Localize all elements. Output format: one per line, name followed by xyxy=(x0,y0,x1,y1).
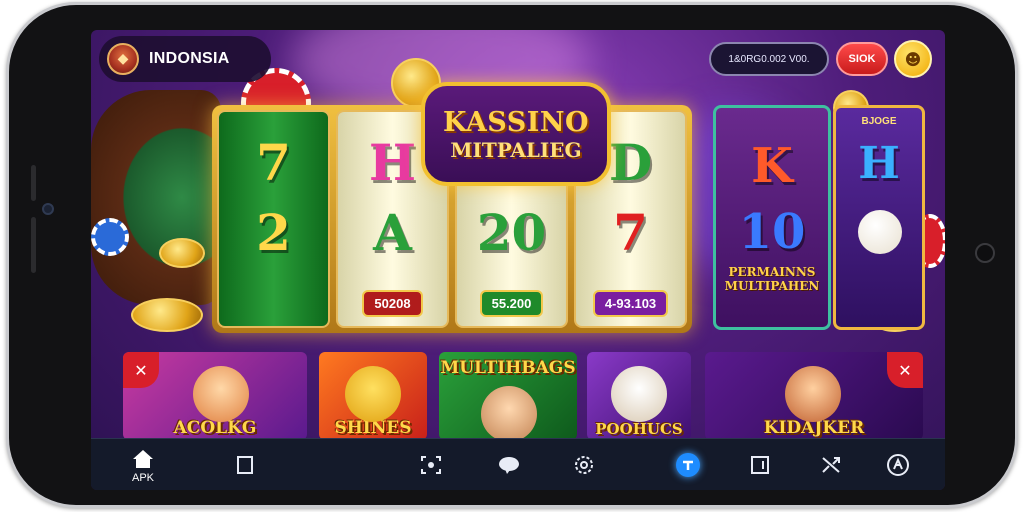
nav-bookmarks[interactable] xyxy=(223,439,267,490)
game-title: POOHUCS xyxy=(595,420,683,438)
character-art xyxy=(611,366,667,422)
poker-chip-decoration xyxy=(91,218,129,256)
home-sensor xyxy=(975,243,995,263)
nav-upload[interactable] xyxy=(666,439,710,490)
volume-up-button xyxy=(31,165,36,201)
wallet-icon xyxy=(748,453,772,477)
gold-coin-decoration xyxy=(159,238,205,268)
game-tile[interactable]: ✕ ACOLKG xyxy=(123,352,307,440)
close-icon[interactable]: ✕ xyxy=(887,352,923,388)
game-tile[interactable]: MULTIHBAGS xyxy=(439,352,577,440)
card-badge: BJOGE xyxy=(861,116,897,127)
nav-settings[interactable] xyxy=(562,439,606,490)
volume-down-button xyxy=(31,217,36,273)
slot-reel: 7 2 xyxy=(217,110,330,328)
reel-symbol: D xyxy=(608,133,653,192)
region-selector[interactable]: ◆ INDONSIA xyxy=(99,36,271,82)
nav-wallet[interactable] xyxy=(738,439,782,490)
character-art xyxy=(785,366,841,422)
reel-symbol: 20 xyxy=(476,203,547,262)
reel-symbol: H xyxy=(368,133,417,192)
reel-symbol: 7 xyxy=(613,203,648,262)
character-art xyxy=(345,366,401,422)
nav-scan[interactable] xyxy=(409,439,453,490)
dice-decoration xyxy=(858,210,902,254)
card-symbol: 10 xyxy=(738,204,806,260)
region-flag-icon: ◆ xyxy=(107,43,139,75)
card-label: PERMAINNS MULTIPAHEN xyxy=(724,265,820,293)
logo-subtitle: MITPALIEG xyxy=(450,137,582,162)
featured-game-card[interactable]: K 10 PERMAINNS MULTIPAHEN xyxy=(713,105,831,330)
profile-icon xyxy=(886,453,910,477)
home-icon xyxy=(131,447,155,471)
bookmark-icon xyxy=(233,453,257,477)
game-title: MULTIHBAGS xyxy=(440,358,576,378)
gold-coin-stack-decoration xyxy=(131,298,203,332)
signin-button[interactable]: SIOK xyxy=(836,42,888,76)
game-tile[interactable]: POOHUCS xyxy=(587,352,691,440)
reel-payout-label: 50208 xyxy=(362,290,423,317)
game-tile[interactable]: ✕ KIDAJKER xyxy=(705,352,923,440)
front-camera xyxy=(42,203,54,215)
reel-symbol: 2 xyxy=(256,203,291,262)
game-tile[interactable]: SHINES xyxy=(319,352,427,440)
reel-payout-label: 55.200 xyxy=(479,290,544,317)
reel-payout-label: 4-93.103 xyxy=(592,290,669,317)
swap-icon xyxy=(819,453,843,477)
close-icon[interactable]: ✕ xyxy=(123,352,159,388)
nav-swap[interactable] xyxy=(809,439,853,490)
card-symbol: H xyxy=(858,138,900,189)
nav-chat[interactable] xyxy=(487,439,531,490)
casino-logo: KASSINO MITPALIEG xyxy=(421,82,611,186)
logo-title: KASSINO xyxy=(442,106,590,138)
bottom-navigation: APK xyxy=(91,438,945,490)
settings-icon xyxy=(572,453,596,477)
scan-icon xyxy=(419,453,443,477)
nav-home-label: APK xyxy=(131,471,154,484)
secondary-game-card[interactable]: BJOGE H xyxy=(833,105,925,330)
card-symbol: K xyxy=(751,138,793,194)
character-art xyxy=(193,366,249,422)
app-screen: ◆ INDONSIA 1&0RG0.002 V00. SIOK ☻ 7 2 H … xyxy=(91,30,945,490)
nav-profile[interactable] xyxy=(876,439,920,490)
profile-button[interactable]: ☻ xyxy=(894,40,932,78)
character-art xyxy=(481,386,537,440)
profile-icon: ☻ xyxy=(904,49,922,69)
upload-icon xyxy=(676,453,700,477)
region-name: INDONSIA xyxy=(149,50,230,67)
nav-home[interactable]: APK xyxy=(121,439,165,490)
reel-symbol: 7 xyxy=(256,133,291,192)
balance-display[interactable]: 1&0RG0.002 V00. xyxy=(709,42,829,76)
chat-icon xyxy=(497,453,521,477)
roulette-wheel-decoration xyxy=(91,90,221,305)
reel-symbol: A xyxy=(373,203,412,262)
